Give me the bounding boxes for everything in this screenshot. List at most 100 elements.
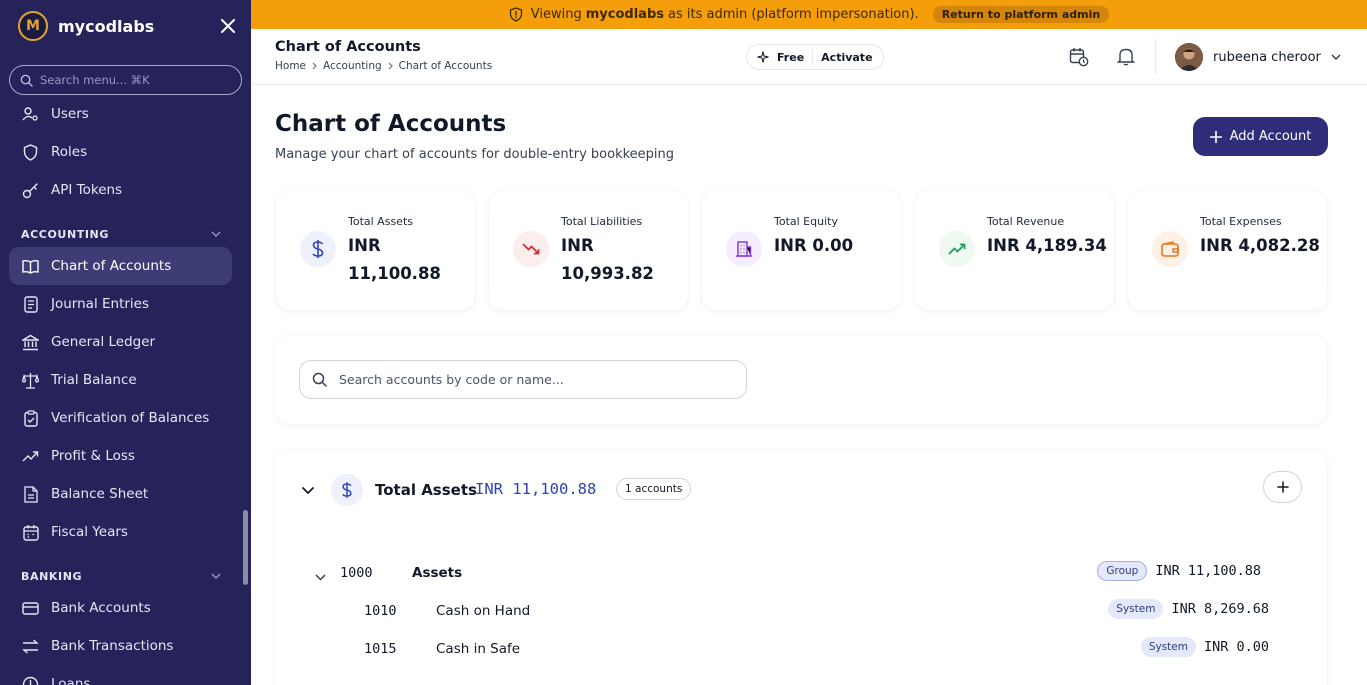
sidebar-item-api-tokens[interactable]: API Tokens <box>0 171 239 209</box>
add-account-label: Add Account <box>1229 129 1312 144</box>
impersonation-banner: Viewing mycodlabs as its admin (platform… <box>251 0 1367 29</box>
account-search-card <box>275 336 1327 424</box>
plan-badge[interactable]: Free Activate <box>746 44 884 70</box>
avatar <box>1175 43 1203 71</box>
sidebar-item-label: Verification of Balances <box>51 410 210 426</box>
trending-up-icon <box>22 448 39 465</box>
banner-prefix: Viewing <box>530 7 582 22</box>
group-total: INR 11,100.88 <box>475 480 597 498</box>
wallet-icon <box>1152 231 1188 267</box>
menu-search-input[interactable] <box>40 73 230 87</box>
sidebar-item-label: API Tokens <box>51 182 123 198</box>
user-name: rubeena cheroor <box>1213 49 1321 65</box>
banner-org: mycodlabs <box>585 7 664 22</box>
header-title: Chart of Accounts <box>275 39 421 55</box>
chevron-down-icon <box>301 486 315 495</box>
expand-row-button[interactable] <box>315 566 326 585</box>
sidebar-item-label: Users <box>51 106 89 122</box>
account-search-input[interactable] <box>339 372 719 387</box>
stat-card-total-expenses: Total Expenses INR 4,082.28 <box>1128 191 1327 310</box>
sidebar-item-label: Trial Balance <box>51 372 137 388</box>
add-to-group-button[interactable] <box>1263 471 1302 503</box>
schedule-button[interactable] <box>1069 47 1089 67</box>
banner-suffix: as its admin (platform impersonation). <box>668 7 919 22</box>
sidebar-item-bank-transactions[interactable]: Bank Transactions <box>0 627 239 665</box>
stat-card-total-liabilities: Total Liabilities INR 10,993.82 <box>489 191 688 310</box>
group-count-badge: 1 accounts <box>616 478 692 500</box>
stat-card-total-equity: Total Equity INR 0.00 <box>702 191 901 310</box>
return-to-platform-admin-button[interactable]: Return to platform admin <box>932 6 1110 23</box>
stat-label: Total Revenue <box>987 215 1065 228</box>
sidebar-item-loans[interactable]: Loans <box>0 665 239 685</box>
brand-logo-mark: M <box>26 18 40 34</box>
breadcrumb-home[interactable]: Home <box>275 60 306 72</box>
stat-value: INR 10,993.82 <box>561 236 654 283</box>
plan-divider <box>812 50 814 64</box>
account-search[interactable] <box>299 360 747 399</box>
breadcrumb-accounting[interactable]: Accounting <box>323 60 382 72</box>
sidebar-item-users[interactable]: Users <box>0 95 239 133</box>
group-title: Total Assets <box>375 481 477 499</box>
sidebar-item-label: Bank Transactions <box>51 638 174 654</box>
table-row[interactable]: 1010 Cash on Hand System INR 8,269.68 <box>275 592 1327 630</box>
stat-label: Total Equity <box>774 215 838 228</box>
collapse-group-button[interactable] <box>301 480 315 499</box>
close-sidebar-button[interactable] <box>221 14 235 38</box>
sidebar-item-fiscal-years[interactable]: Fiscal Years <box>0 513 239 551</box>
search-icon <box>312 372 327 387</box>
bell-icon <box>1116 48 1136 66</box>
stat-value: INR 4,189.34 <box>987 236 1107 255</box>
trending-up-icon <box>939 231 975 267</box>
book-open-icon <box>22 258 39 275</box>
account-code: 1000 <box>340 565 373 581</box>
building-icon <box>726 231 762 267</box>
search-icon <box>20 74 33 87</box>
page-subtitle: Manage your chart of accounts for double… <box>275 147 675 162</box>
menu-search[interactable] <box>9 65 242 95</box>
row-meta: Group INR 11,100.88 <box>1097 561 1261 581</box>
sidebar-item-trial-balance[interactable]: Trial Balance <box>0 361 239 399</box>
sidebar: M mycodlabs Users Roles API Tokens ACCOU… <box>0 0 251 685</box>
sidebar-section-accounting[interactable]: ACCOUNTING <box>0 209 239 247</box>
sidebar-item-roles[interactable]: Roles <box>0 133 239 171</box>
chevron-right-icon <box>312 62 317 70</box>
sidebar-item-balance-sheet[interactable]: Balance Sheet <box>0 475 239 513</box>
sidebar-item-profit-loss[interactable]: Profit & Loss <box>0 437 239 475</box>
activate-plan-button[interactable]: Activate <box>821 51 872 64</box>
account-balance: INR 0.00 <box>1203 639 1269 655</box>
sidebar-scrollbar[interactable] <box>243 510 248 585</box>
sidebar-item-journal-entries[interactable]: Journal Entries <box>0 285 239 323</box>
account-name: Cash on Hand <box>436 603 531 619</box>
calendar-icon <box>22 524 39 541</box>
shield-icon <box>22 143 39 161</box>
shield-alert-icon <box>509 7 522 22</box>
key-icon <box>22 182 39 199</box>
sidebar-item-label: Bank Accounts <box>51 600 151 616</box>
account-group-card: Total Assets INR 11,100.88 1 accounts 10… <box>275 450 1327 685</box>
bank-card-icon <box>22 600 39 617</box>
chevron-down-icon <box>211 573 221 579</box>
table-row[interactable]: 1000 Assets Group INR 11,100.88 <box>275 554 1327 592</box>
section-label: BANKING <box>21 569 83 583</box>
brand-name: mycodlabs <box>58 16 155 36</box>
row-meta: System INR 0.00 <box>1140 637 1269 657</box>
sidebar-item-verification-of-balances[interactable]: Verification of Balances <box>0 399 239 437</box>
table-row[interactable]: 1015 Cash in Safe System INR 0.00 <box>275 630 1327 668</box>
sidebar-section-banking[interactable]: BANKING <box>0 551 239 589</box>
sidebar-item-general-ledger[interactable]: General Ledger <box>0 323 239 361</box>
clipboard-check-icon <box>22 409 39 427</box>
notifications-button[interactable] <box>1116 47 1137 67</box>
user-menu[interactable]: rubeena cheroor <box>1175 43 1341 71</box>
sidebar-item-chart-of-accounts[interactable]: Chart of Accounts <box>9 247 232 285</box>
user-avatar-icon <box>1175 43 1203 71</box>
stat-value: INR 0.00 <box>774 236 854 255</box>
sidebar-item-label: Profit & Loss <box>51 448 135 464</box>
bank-icon <box>22 334 39 351</box>
add-account-button[interactable]: Add Account <box>1193 117 1328 156</box>
account-balance: INR 11,100.88 <box>1155 563 1261 579</box>
section-label: ACCOUNTING <box>21 227 109 241</box>
account-type-badge: System <box>1108 599 1164 619</box>
sidebar-item-bank-accounts[interactable]: Bank Accounts <box>0 589 239 627</box>
sparkle-icon <box>757 51 769 63</box>
close-icon <box>221 19 235 33</box>
